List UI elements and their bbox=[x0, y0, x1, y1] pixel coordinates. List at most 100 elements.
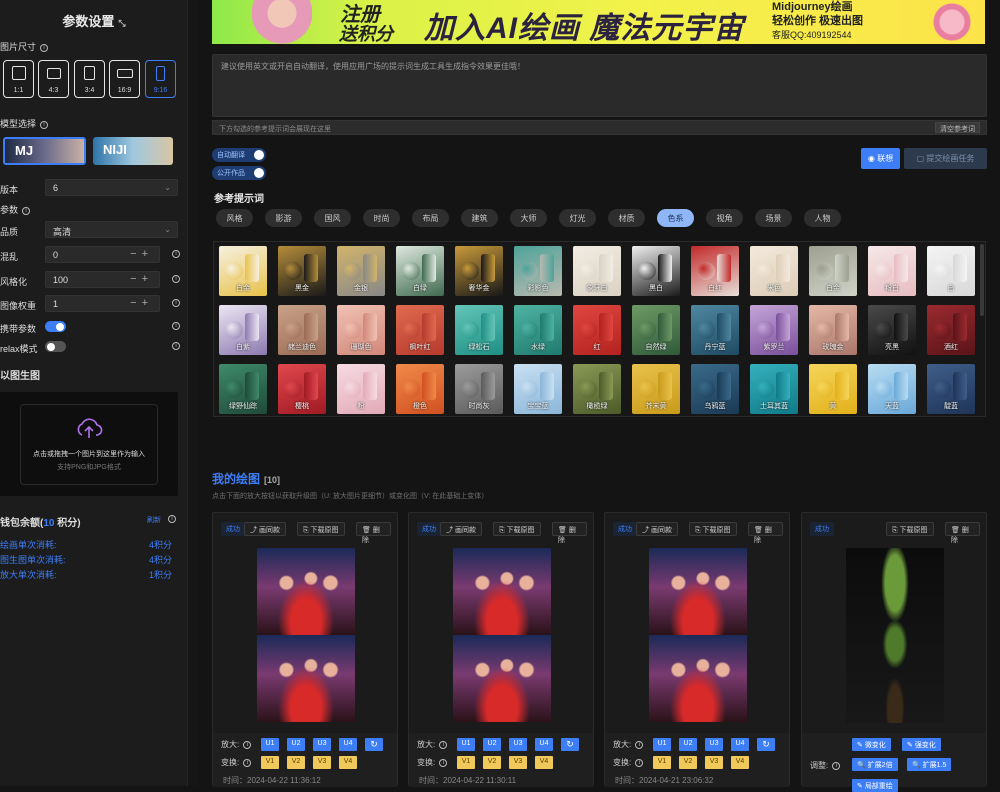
info-icon[interactable]: i bbox=[243, 740, 252, 749]
tag-0[interactable]: 风格 bbox=[216, 209, 253, 227]
swatch-tile[interactable]: 白紫 bbox=[219, 305, 267, 355]
swatch-tile[interactable]: 米色 bbox=[750, 246, 798, 296]
swatch-tile[interactable]: 赭兰迪色 bbox=[278, 305, 326, 355]
info-icon[interactable]: i bbox=[635, 758, 644, 767]
variation-button[interactable]: V4 bbox=[731, 756, 749, 769]
swatch-tile[interactable]: 亮黑 bbox=[868, 305, 916, 355]
stepper-icon[interactable]: −+ bbox=[130, 273, 153, 285]
scrollbar[interactable] bbox=[980, 244, 984, 316]
swatch-tile[interactable]: 天蓝 bbox=[868, 364, 916, 414]
swatch-tile[interactable]: 金银 bbox=[337, 246, 385, 296]
ratio-16-9[interactable]: 16:9 bbox=[109, 60, 140, 98]
upscale-button[interactable]: U3 bbox=[705, 738, 723, 751]
swatch-tile[interactable]: 绿野仙踪 bbox=[219, 364, 267, 414]
swatch-tile[interactable]: 白金 bbox=[219, 246, 267, 296]
swatch-tile[interactable]: 丹宁蓝 bbox=[691, 305, 739, 355]
upscale-button[interactable]: U4 bbox=[731, 738, 749, 751]
refresh-icon[interactable]: ↻ bbox=[365, 738, 383, 751]
strong-variation-button[interactable]: ✎ 强变化 bbox=[902, 738, 941, 751]
swatch-tile[interactable]: 奢华金 bbox=[455, 246, 503, 296]
swatch-tile[interactable]: 白 bbox=[927, 246, 975, 296]
swatch-tile[interactable]: 乌鸦蓝 bbox=[691, 364, 739, 414]
tag-4[interactable]: 布局 bbox=[412, 209, 449, 227]
swatch-tile[interactable]: 粉白 bbox=[868, 246, 916, 296]
swatch-tile[interactable]: 宝宝蓝 bbox=[514, 364, 562, 414]
swatch-tile[interactable]: 红 bbox=[573, 305, 621, 355]
variation-button[interactable]: V3 bbox=[313, 756, 331, 769]
upload-area[interactable]: 点击或拖拽一个图片到这里作为输入 支持PNG和JPG格式 bbox=[0, 392, 178, 496]
refresh-link[interactable]: 刷新 bbox=[147, 515, 161, 525]
info-icon[interactable]: i bbox=[172, 299, 180, 307]
upscale-button[interactable]: U2 bbox=[483, 738, 501, 751]
image-weight-input[interactable]: 1 −+ bbox=[45, 295, 160, 312]
expand-icon[interactable]: ⤡ bbox=[118, 18, 125, 28]
swatch-tile[interactable]: 粉 bbox=[337, 364, 385, 414]
info-icon[interactable]: i bbox=[40, 43, 49, 52]
upscale-button[interactable]: U1 bbox=[261, 738, 279, 751]
carry-params-toggle[interactable] bbox=[45, 321, 66, 332]
delete-button[interactable]: 🗑 删除 bbox=[945, 522, 980, 544]
swatch-tile[interactable]: 黄 bbox=[809, 364, 857, 414]
swatch-tile[interactable]: 白红 bbox=[691, 246, 739, 296]
generated-image[interactable] bbox=[649, 548, 747, 635]
info-icon[interactable]: i bbox=[832, 761, 841, 770]
chaos-input[interactable]: 0 −+ bbox=[45, 246, 160, 263]
tag-6[interactable]: 大师 bbox=[510, 209, 547, 227]
info-icon[interactable]: i bbox=[635, 740, 644, 749]
generated-image[interactable] bbox=[453, 548, 551, 635]
submit-button[interactable]: ▢ 提交绘画任务 bbox=[904, 148, 987, 169]
tag-5[interactable]: 建筑 bbox=[461, 209, 498, 227]
subtle-variation-button[interactable]: ✎ 微变化 bbox=[852, 738, 891, 751]
info-icon[interactable]: i bbox=[172, 322, 180, 330]
swatch-tile[interactable]: 时尚灰 bbox=[455, 364, 503, 414]
generated-image[interactable] bbox=[453, 635, 551, 722]
refresh-icon[interactable]: ↻ bbox=[561, 738, 579, 751]
upscale-button[interactable]: U3 bbox=[313, 738, 331, 751]
ratio-4-3[interactable]: 4:3 bbox=[38, 60, 69, 98]
variation-button[interactable]: V1 bbox=[261, 756, 279, 769]
download-button[interactable]: ⎘ 下载原图 bbox=[493, 522, 541, 536]
relax-toggle[interactable] bbox=[45, 341, 66, 352]
swatch-tile[interactable]: 水绿 bbox=[514, 305, 562, 355]
info-icon[interactable]: i bbox=[172, 250, 180, 258]
ratio-1-1[interactable]: 1:1 bbox=[3, 60, 34, 98]
prompt-input[interactable]: 建议使用英文或开启自动翻译，使用应用广场的提示词生成工具生成指令效果更佳哦！ bbox=[212, 54, 987, 117]
redraw-button[interactable]: ⤴ 画同款 bbox=[244, 522, 286, 536]
swatch-tile[interactable]: 珊瑚色 bbox=[337, 305, 385, 355]
upscale-button[interactable]: U4 bbox=[535, 738, 553, 751]
swatch-tile[interactable]: 玫瑰金 bbox=[809, 305, 857, 355]
swatch-tile[interactable]: 芥末黄 bbox=[632, 364, 680, 414]
delete-button[interactable]: 🗑 删除 bbox=[356, 522, 391, 544]
download-button[interactable]: ⎘ 下载原图 bbox=[297, 522, 345, 536]
swatch-tile[interactable]: 自然绿 bbox=[632, 305, 680, 355]
generated-image[interactable] bbox=[257, 635, 355, 722]
zoom-out-1-5x-button[interactable]: 🔍 扩展1.5 bbox=[907, 758, 952, 771]
delete-button[interactable]: 🗑 删除 bbox=[748, 522, 783, 544]
ref-prompt-field[interactable]: 下方勾选的参考提示词会展现在这里 清空参考词 bbox=[212, 120, 987, 135]
ratio-3-4[interactable]: 3:4 bbox=[74, 60, 105, 98]
variation-button[interactable]: V4 bbox=[535, 756, 553, 769]
tag-8[interactable]: 材质 bbox=[608, 209, 645, 227]
info-icon[interactable]: i bbox=[439, 740, 448, 749]
zoom-out-2x-button[interactable]: 🔍 扩展2倍 bbox=[852, 758, 898, 771]
swatch-tile[interactable]: 紫罗兰 bbox=[750, 305, 798, 355]
auto-translate-switch[interactable]: 自动翻译 bbox=[212, 148, 266, 162]
swatch-tile[interactable]: 土耳其蓝 bbox=[750, 364, 798, 414]
tag-3[interactable]: 时尚 bbox=[363, 209, 400, 227]
variation-button[interactable]: V1 bbox=[653, 756, 671, 769]
swatch-tile[interactable]: 白金 bbox=[809, 246, 857, 296]
swatch-tile[interactable]: 绿松石 bbox=[455, 305, 503, 355]
swatch-tile[interactable]: 枫叶红 bbox=[396, 305, 444, 355]
variation-button[interactable]: V3 bbox=[705, 756, 723, 769]
redraw-button[interactable]: ⤴ 画同款 bbox=[440, 522, 482, 536]
swatch-tile[interactable]: 橙色 bbox=[396, 364, 444, 414]
variation-button[interactable]: V4 bbox=[339, 756, 357, 769]
tag-10[interactable]: 视角 bbox=[706, 209, 743, 227]
upscale-button[interactable]: U1 bbox=[457, 738, 475, 751]
redraw-button[interactable]: ⤴ 画同款 bbox=[636, 522, 678, 536]
tag-7[interactable]: 灯光 bbox=[559, 209, 596, 227]
tag-9[interactable]: 色系 bbox=[657, 209, 694, 227]
variation-button[interactable]: V2 bbox=[679, 756, 697, 769]
download-button[interactable]: ⎘ 下载原图 bbox=[886, 522, 934, 536]
upload-dropzone[interactable]: 点击或拖拽一个图片到这里作为输入 支持PNG和JPG格式 bbox=[20, 404, 158, 485]
